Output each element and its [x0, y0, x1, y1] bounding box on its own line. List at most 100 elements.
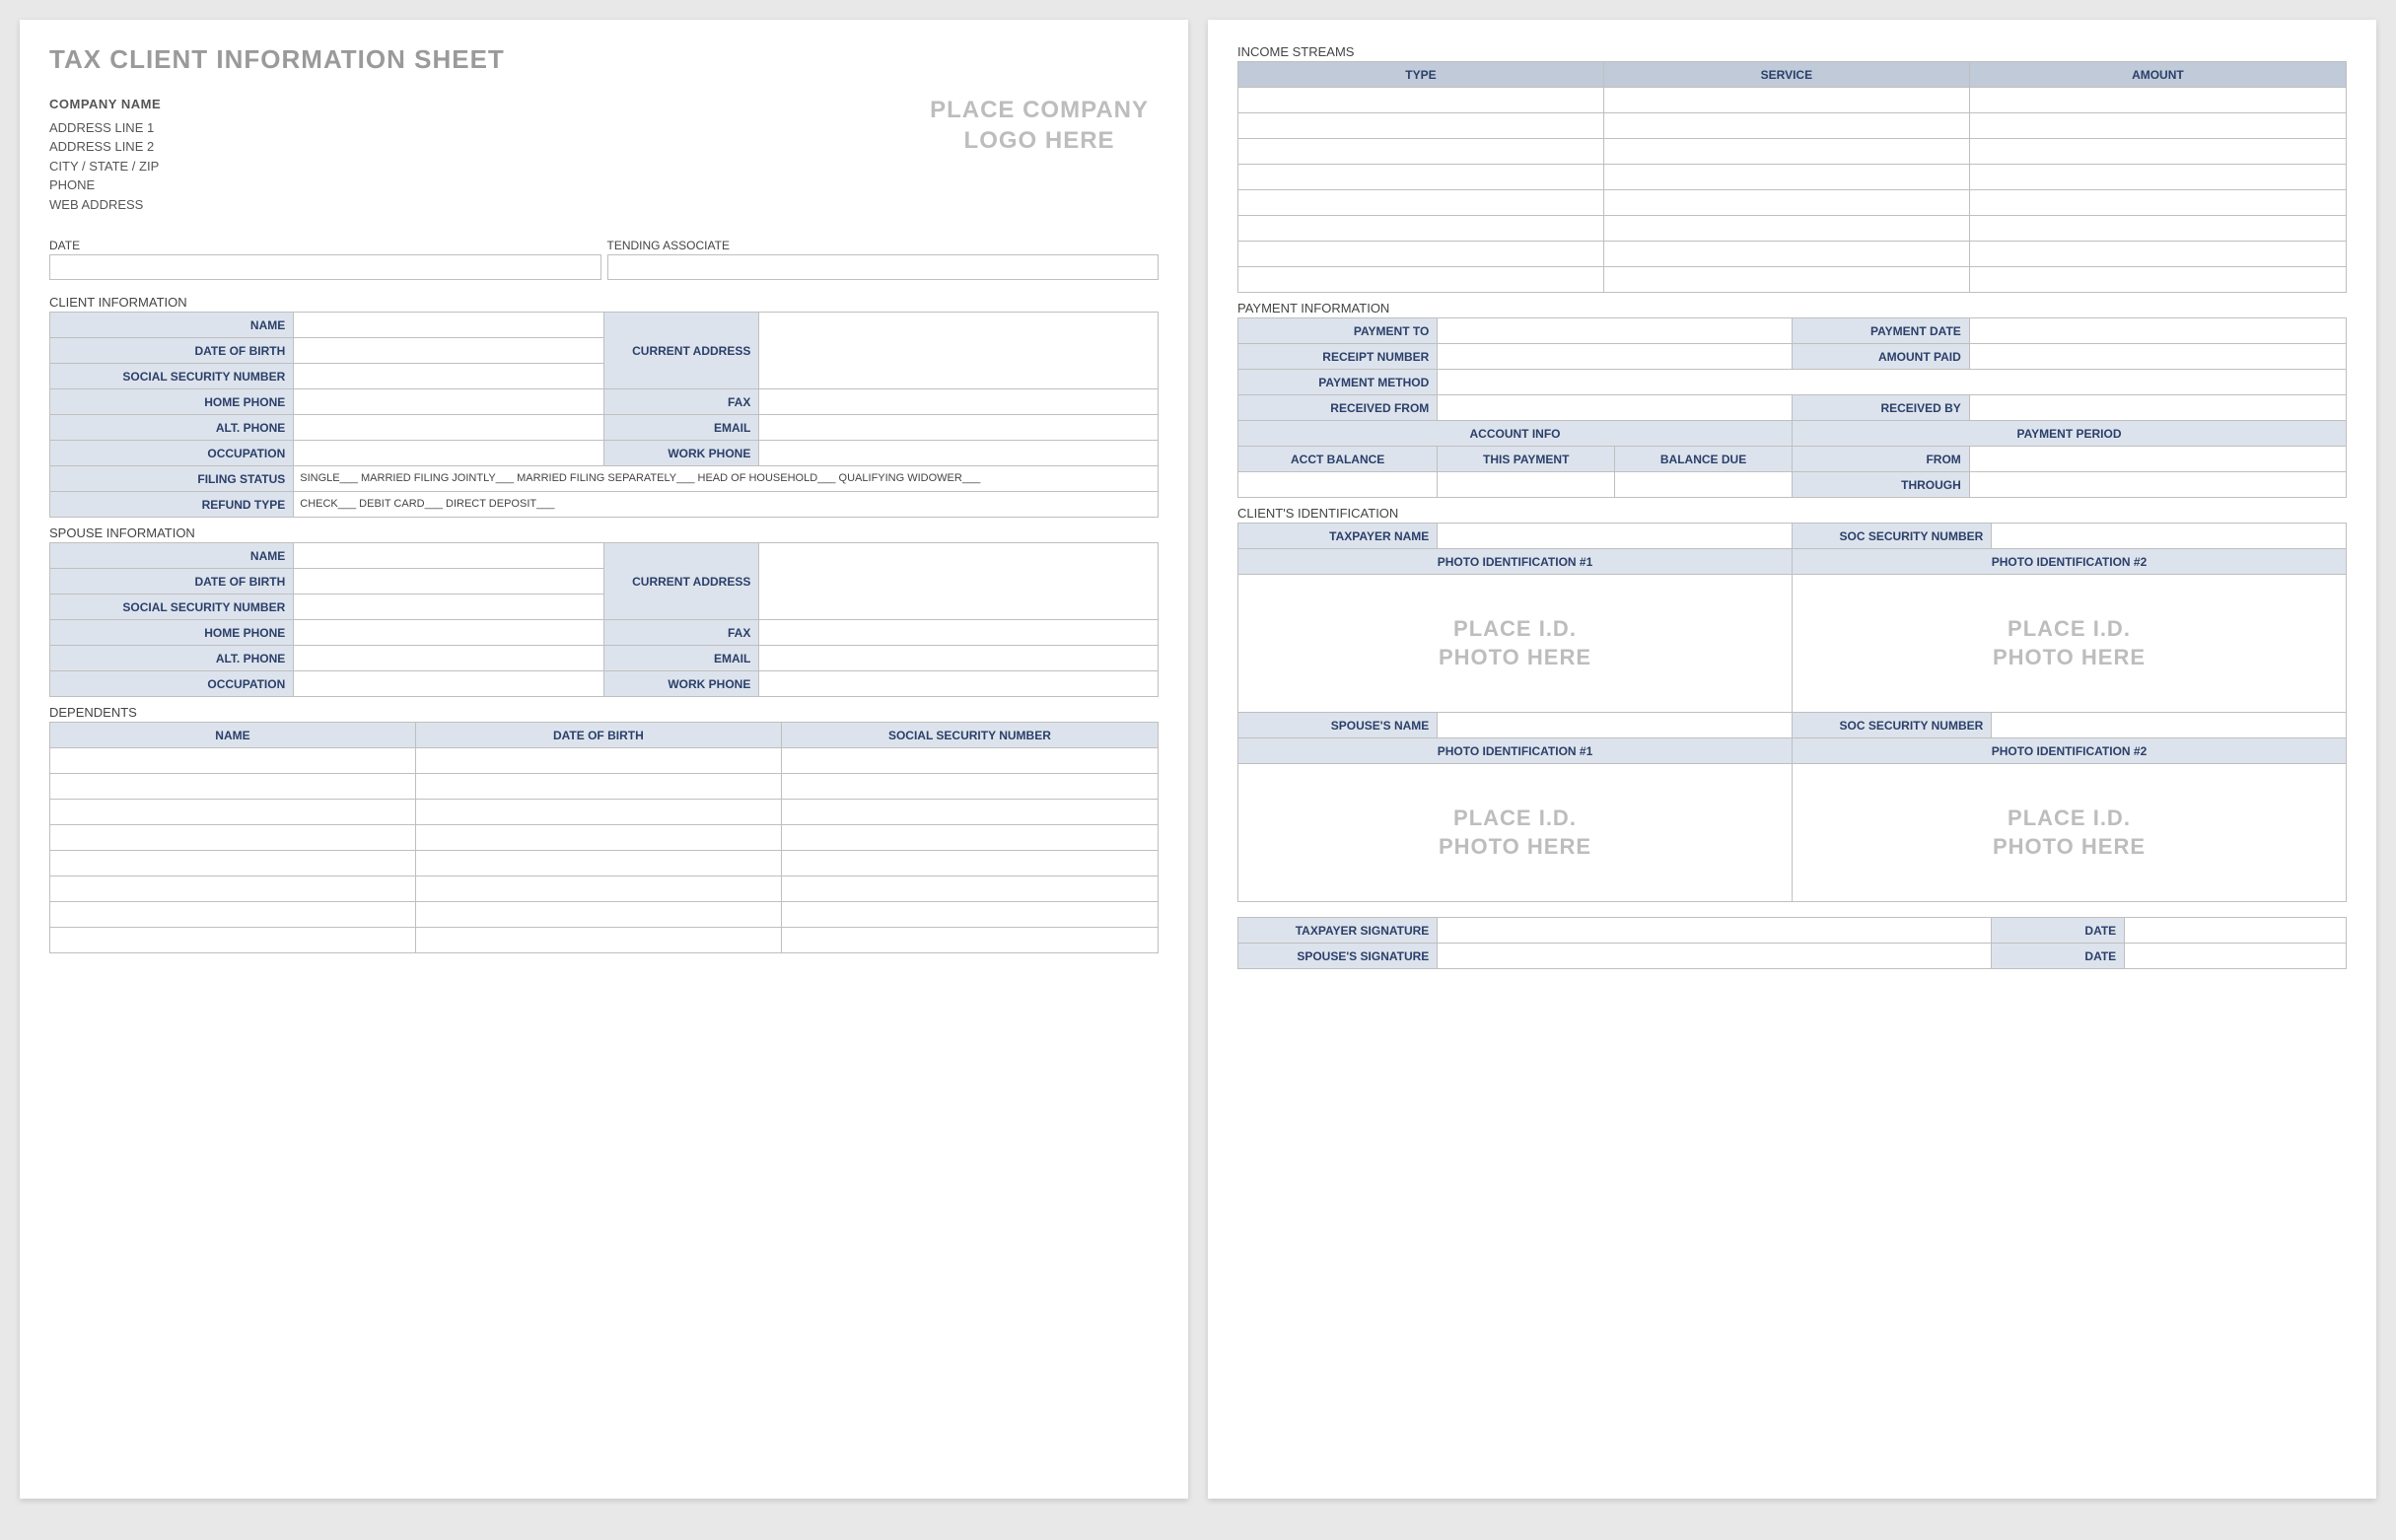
table-row[interactable] — [1238, 165, 2347, 190]
input-dob[interactable] — [294, 338, 604, 364]
input-payment-to[interactable] — [1438, 318, 1793, 344]
label-this-payment: THIS PAYMENT — [1438, 447, 1615, 472]
company-web: WEB ADDRESS — [49, 195, 161, 215]
input-occupation[interactable] — [294, 441, 604, 466]
company-phone: PHONE — [49, 175, 161, 195]
table-row[interactable] — [1238, 242, 2347, 267]
input-spouse-dob[interactable] — [294, 569, 604, 595]
label-through: THROUGH — [1792, 472, 1969, 498]
input-payment-date[interactable] — [1969, 318, 2346, 344]
table-row[interactable] — [1238, 267, 2347, 293]
table-row[interactable] — [1238, 139, 2347, 165]
table-row[interactable] — [1238, 190, 2347, 216]
label-account-info: ACCOUNT INFO — [1238, 421, 1793, 447]
input-spouse-alt[interactable] — [294, 646, 604, 671]
input-received-by[interactable] — [1969, 395, 2346, 421]
input-alt-phone[interactable] — [294, 415, 604, 441]
table-row[interactable] — [50, 876, 1159, 902]
input-through[interactable] — [1969, 472, 2346, 498]
label-filing-status: FILING STATUS — [50, 466, 294, 492]
label-photo-id-2: PHOTO IDENTIFICATION #2 — [1792, 549, 2346, 575]
page-title: TAX CLIENT INFORMATION SHEET — [49, 44, 1159, 75]
input-acct-balance[interactable] — [1238, 472, 1438, 498]
photo-placeholder-2[interactable]: PLACE I.D.PHOTO HERE — [1792, 575, 2346, 713]
input-home-phone[interactable] — [294, 389, 604, 415]
label-payment-to: PAYMENT TO — [1238, 318, 1438, 344]
table-row[interactable] — [50, 902, 1159, 928]
input-spouse-work[interactable] — [759, 671, 1159, 697]
page-2: INCOME STREAMS TYPE SERVICE AMOUNT PAYME… — [1208, 20, 2376, 1499]
input-spouse-home[interactable] — [294, 620, 604, 646]
input-sig-date-2[interactable] — [2125, 944, 2347, 969]
photo-placeholder-1[interactable]: PLACE I.D.PHOTO HERE — [1238, 575, 1793, 713]
input-spouse-email[interactable] — [759, 646, 1159, 671]
refund-type-options[interactable]: CHECK___ DEBIT CARD___ DIRECT DEPOSIT___ — [294, 492, 1159, 518]
payment-table: PAYMENT TO PAYMENT DATE RECEIPT NUMBER A… — [1237, 317, 2347, 498]
label-spouse-fax: FAX — [603, 620, 758, 646]
photo-placeholder-3[interactable]: PLACE I.D.PHOTO HERE — [1238, 764, 1793, 902]
label-photo-id-4: PHOTO IDENTIFICATION #2 — [1792, 738, 2346, 764]
input-email[interactable] — [759, 415, 1159, 441]
label-payment-method: PAYMENT METHOD — [1238, 370, 1438, 395]
input-spouse-ssn[interactable] — [294, 595, 604, 620]
input-balance-due[interactable] — [1615, 472, 1793, 498]
table-row[interactable] — [50, 825, 1159, 851]
label-home-phone: HOME PHONE — [50, 389, 294, 415]
input-spouse-name[interactable] — [294, 543, 604, 569]
filing-status-options[interactable]: SINGLE___ MARRIED FILING JOINTLY___ MARR… — [294, 466, 1159, 492]
label-name: NAME — [50, 313, 294, 338]
company-block: COMPANY NAME ADDRESS LINE 1 ADDRESS LINE… — [49, 95, 161, 214]
table-row[interactable] — [50, 800, 1159, 825]
table-row[interactable] — [50, 774, 1159, 800]
input-from[interactable] — [1969, 447, 2346, 472]
label-sig-date-2: DATE — [1992, 944, 2125, 969]
input-sig-date-1[interactable] — [2125, 918, 2347, 944]
company-city: CITY / STATE / ZIP — [49, 157, 161, 176]
label-payment-period: PAYMENT PERIOD — [1792, 421, 2346, 447]
input-soc-sec[interactable] — [1992, 524, 2347, 549]
section-client-id: CLIENT'S IDENTIFICATION — [1237, 506, 2347, 521]
input-spouse-fax[interactable] — [759, 620, 1159, 646]
input-receipt[interactable] — [1438, 344, 1793, 370]
input-work-phone[interactable] — [759, 441, 1159, 466]
label-acct-balance: ACCT BALANCE — [1238, 447, 1438, 472]
dep-hdr-dob: DATE OF BIRTH — [415, 723, 781, 748]
label-alt-phone: ALT. PHONE — [50, 415, 294, 441]
input-taxpayer-sig[interactable] — [1438, 918, 1992, 944]
label-spouse-dob: DATE OF BIRTH — [50, 569, 294, 595]
label-email: EMAIL — [603, 415, 758, 441]
table-row[interactable] — [50, 748, 1159, 774]
tending-associate-field[interactable]: TENDING ASSOCIATE — [607, 239, 1160, 280]
label-taxpayer-name: TAXPAYER NAME — [1238, 524, 1438, 549]
input-spouses-sig[interactable] — [1438, 944, 1992, 969]
input-current-address[interactable] — [759, 313, 1159, 389]
input-this-payment[interactable] — [1438, 472, 1615, 498]
table-row[interactable] — [1238, 88, 2347, 113]
photo-placeholder-4[interactable]: PLACE I.D.PHOTO HERE — [1792, 764, 2346, 902]
section-client-info: CLIENT INFORMATION — [49, 295, 1159, 310]
input-received-from[interactable] — [1438, 395, 1793, 421]
spouse-info-table: NAME CURRENT ADDRESS DATE OF BIRTH SOCIA… — [49, 542, 1159, 697]
table-row[interactable] — [1238, 216, 2347, 242]
table-row[interactable] — [50, 928, 1159, 953]
input-soc-sec-2[interactable] — [1992, 713, 2347, 738]
label-refund-type: REFUND TYPE — [50, 492, 294, 518]
section-dependents: DEPENDENTS — [49, 705, 1159, 720]
section-payment: PAYMENT INFORMATION — [1237, 301, 2347, 315]
dep-hdr-name: NAME — [50, 723, 416, 748]
input-spouses-name[interactable] — [1438, 713, 1793, 738]
input-fax[interactable] — [759, 389, 1159, 415]
input-spouse-occ[interactable] — [294, 671, 604, 697]
table-row[interactable] — [50, 851, 1159, 876]
input-spouse-address[interactable] — [759, 543, 1159, 620]
date-field[interactable]: DATE — [49, 239, 601, 280]
page-1: TAX CLIENT INFORMATION SHEET COMPANY NAM… — [20, 20, 1188, 1499]
table-row[interactable] — [1238, 113, 2347, 139]
input-amount-paid[interactable] — [1969, 344, 2346, 370]
input-name[interactable] — [294, 313, 604, 338]
input-taxpayer-name[interactable] — [1438, 524, 1793, 549]
label-spouse-home: HOME PHONE — [50, 620, 294, 646]
input-payment-method[interactable] — [1438, 370, 2347, 395]
input-ssn[interactable] — [294, 364, 604, 389]
label-received-by: RECEIVED BY — [1792, 395, 1969, 421]
